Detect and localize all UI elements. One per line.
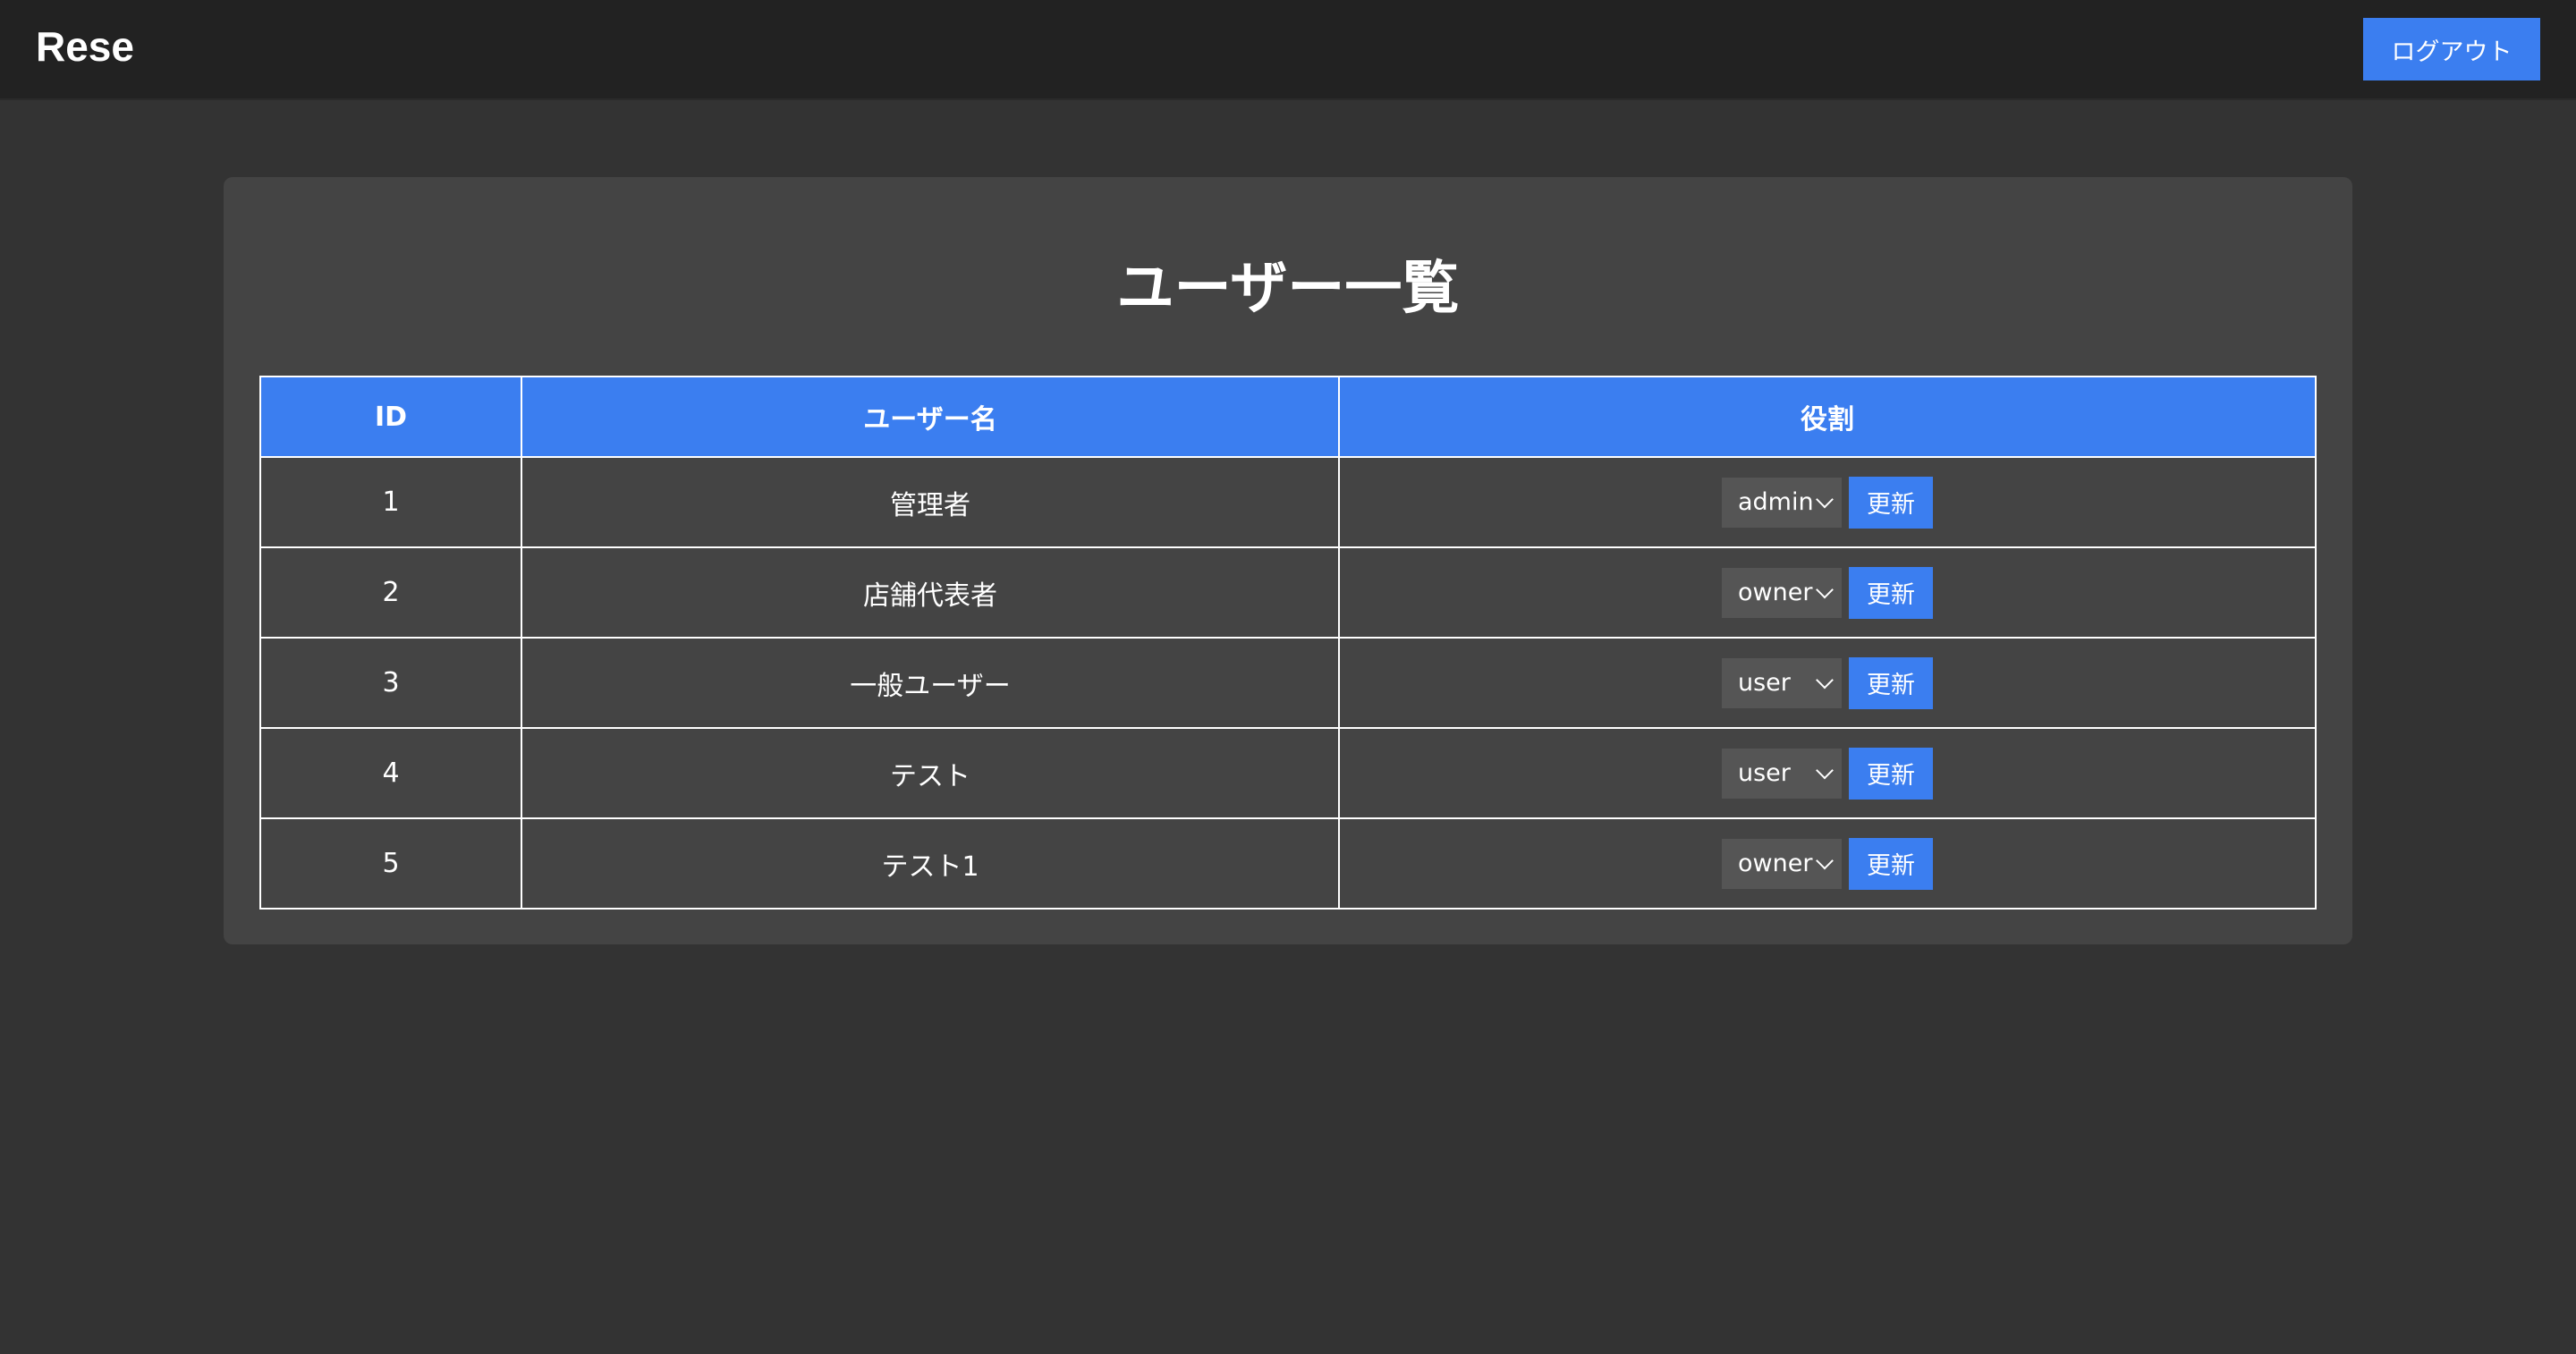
user-table: ID ユーザー名 役割 1 管理者 admin 更新 2 店舗代表者 owner… bbox=[259, 376, 2317, 910]
user-list-card: ユーザー一覧 ID ユーザー名 役割 1 管理者 admin 更新 2 店舗代表… bbox=[224, 177, 2352, 944]
cell-id: 4 bbox=[259, 727, 522, 819]
table-row: 5 テスト1 owner 更新 bbox=[259, 817, 2317, 910]
column-header-role: 役割 bbox=[1338, 376, 2317, 458]
role-select-value: owner bbox=[1738, 850, 1813, 877]
cell-id: 2 bbox=[259, 546, 522, 639]
cell-role: owner 更新 bbox=[1338, 546, 2317, 639]
cell-username: 管理者 bbox=[521, 456, 1340, 548]
role-controls: admin 更新 bbox=[1340, 476, 2315, 529]
app-root: Rese ログアウト ユーザー一覧 ID ユーザー名 役割 1 管理者 admi… bbox=[0, 0, 2576, 1354]
table-header-row: ID ユーザー名 役割 bbox=[259, 376, 2317, 458]
header-bar: Rese ログアウト bbox=[0, 0, 2576, 100]
role-select-value: user bbox=[1738, 669, 1791, 697]
logout-button[interactable]: ログアウト bbox=[2363, 18, 2540, 80]
role-select[interactable]: user bbox=[1722, 657, 1842, 708]
column-header-username: ユーザー名 bbox=[521, 376, 1340, 458]
update-button[interactable]: 更新 bbox=[1849, 566, 1933, 619]
role-select[interactable]: admin bbox=[1722, 477, 1842, 528]
page-title: ユーザー一覧 bbox=[1116, 256, 1460, 322]
table-row: 4 テスト user 更新 bbox=[259, 727, 2317, 819]
cell-username: 店舗代表者 bbox=[521, 546, 1340, 639]
chevron-down-icon bbox=[1816, 490, 1834, 508]
chevron-down-icon bbox=[1816, 851, 1834, 869]
role-controls: user 更新 bbox=[1340, 747, 2315, 800]
role-select-value: user bbox=[1738, 759, 1791, 787]
update-button[interactable]: 更新 bbox=[1849, 476, 1933, 529]
cell-username: 一般ユーザー bbox=[521, 637, 1340, 729]
role-select[interactable]: owner bbox=[1722, 567, 1842, 618]
role-controls: user 更新 bbox=[1340, 656, 2315, 709]
column-header-id: ID bbox=[259, 376, 522, 458]
update-button[interactable]: 更新 bbox=[1849, 837, 1933, 890]
cell-id: 1 bbox=[259, 456, 522, 548]
cell-username: テスト1 bbox=[521, 817, 1340, 910]
role-select-value: owner bbox=[1738, 579, 1813, 606]
update-button[interactable]: 更新 bbox=[1849, 656, 1933, 709]
role-controls: owner 更新 bbox=[1340, 566, 2315, 619]
chevron-down-icon bbox=[1816, 761, 1834, 779]
cell-username: テスト bbox=[521, 727, 1340, 819]
cell-role: owner 更新 bbox=[1338, 817, 2317, 910]
role-select-value: admin bbox=[1738, 488, 1814, 516]
cell-role: user 更新 bbox=[1338, 637, 2317, 729]
table-row: 1 管理者 admin 更新 bbox=[259, 456, 2317, 548]
role-select[interactable]: owner bbox=[1722, 838, 1842, 889]
chevron-down-icon bbox=[1816, 671, 1834, 689]
table-header: ID ユーザー名 役割 bbox=[259, 376, 2317, 458]
chevron-down-icon bbox=[1816, 580, 1834, 598]
table-row: 2 店舗代表者 owner 更新 bbox=[259, 546, 2317, 639]
update-button[interactable]: 更新 bbox=[1849, 747, 1933, 800]
table-body: 1 管理者 admin 更新 2 店舗代表者 owner 更新 3 一般ユーザー… bbox=[259, 456, 2317, 910]
app-logo[interactable]: Rese bbox=[36, 18, 134, 75]
cell-id: 3 bbox=[259, 637, 522, 729]
role-controls: owner 更新 bbox=[1340, 837, 2315, 890]
role-select[interactable]: user bbox=[1722, 748, 1842, 799]
cell-role: admin 更新 bbox=[1338, 456, 2317, 548]
cell-role: user 更新 bbox=[1338, 727, 2317, 819]
table-row: 3 一般ユーザー user 更新 bbox=[259, 637, 2317, 729]
cell-id: 5 bbox=[259, 817, 522, 910]
